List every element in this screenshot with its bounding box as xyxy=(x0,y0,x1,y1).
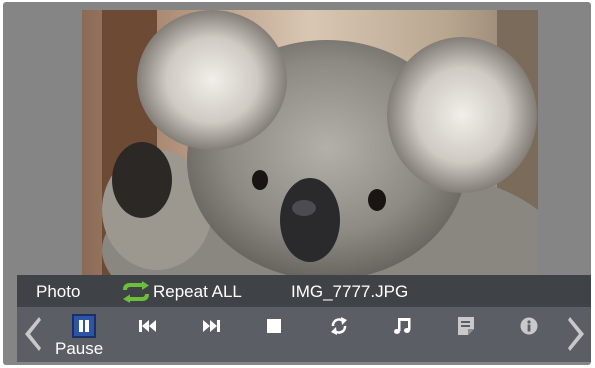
photo-viewer-frame: Photo Repeat ALL IMG_7777.JPG Pause xyxy=(3,2,591,365)
pause-icon xyxy=(79,320,89,332)
pause-button[interactable] xyxy=(72,314,96,338)
memo-icon xyxy=(458,317,474,335)
stop-icon xyxy=(267,319,281,333)
category-label: Photo xyxy=(36,282,81,301)
koala-photo xyxy=(82,10,538,276)
skip-previous-icon xyxy=(139,320,156,332)
memo-button[interactable] xyxy=(454,314,478,338)
info-button[interactable] xyxy=(517,314,541,338)
rotate-button[interactable] xyxy=(327,314,351,338)
chevron-left-icon[interactable] xyxy=(25,317,41,351)
music-button[interactable] xyxy=(391,314,415,338)
rotate-icon xyxy=(331,317,347,335)
info-icon xyxy=(520,317,538,335)
info-bar: Photo Repeat ALL IMG_7777.JPG xyxy=(17,275,591,307)
focused-control-label: Pause xyxy=(55,339,104,358)
repeat-mode-label: Repeat ALL xyxy=(153,282,242,301)
music-note-icon xyxy=(394,318,411,334)
filename-label: IMG_7777.JPG xyxy=(291,282,409,301)
next-button[interactable] xyxy=(199,314,223,338)
chevron-right-icon[interactable] xyxy=(568,317,584,351)
skip-next-icon xyxy=(203,320,220,332)
stop-button[interactable] xyxy=(262,314,286,338)
repeat-icon xyxy=(121,281,151,303)
previous-button[interactable] xyxy=(136,314,160,338)
control-bar: Pause xyxy=(17,307,591,362)
